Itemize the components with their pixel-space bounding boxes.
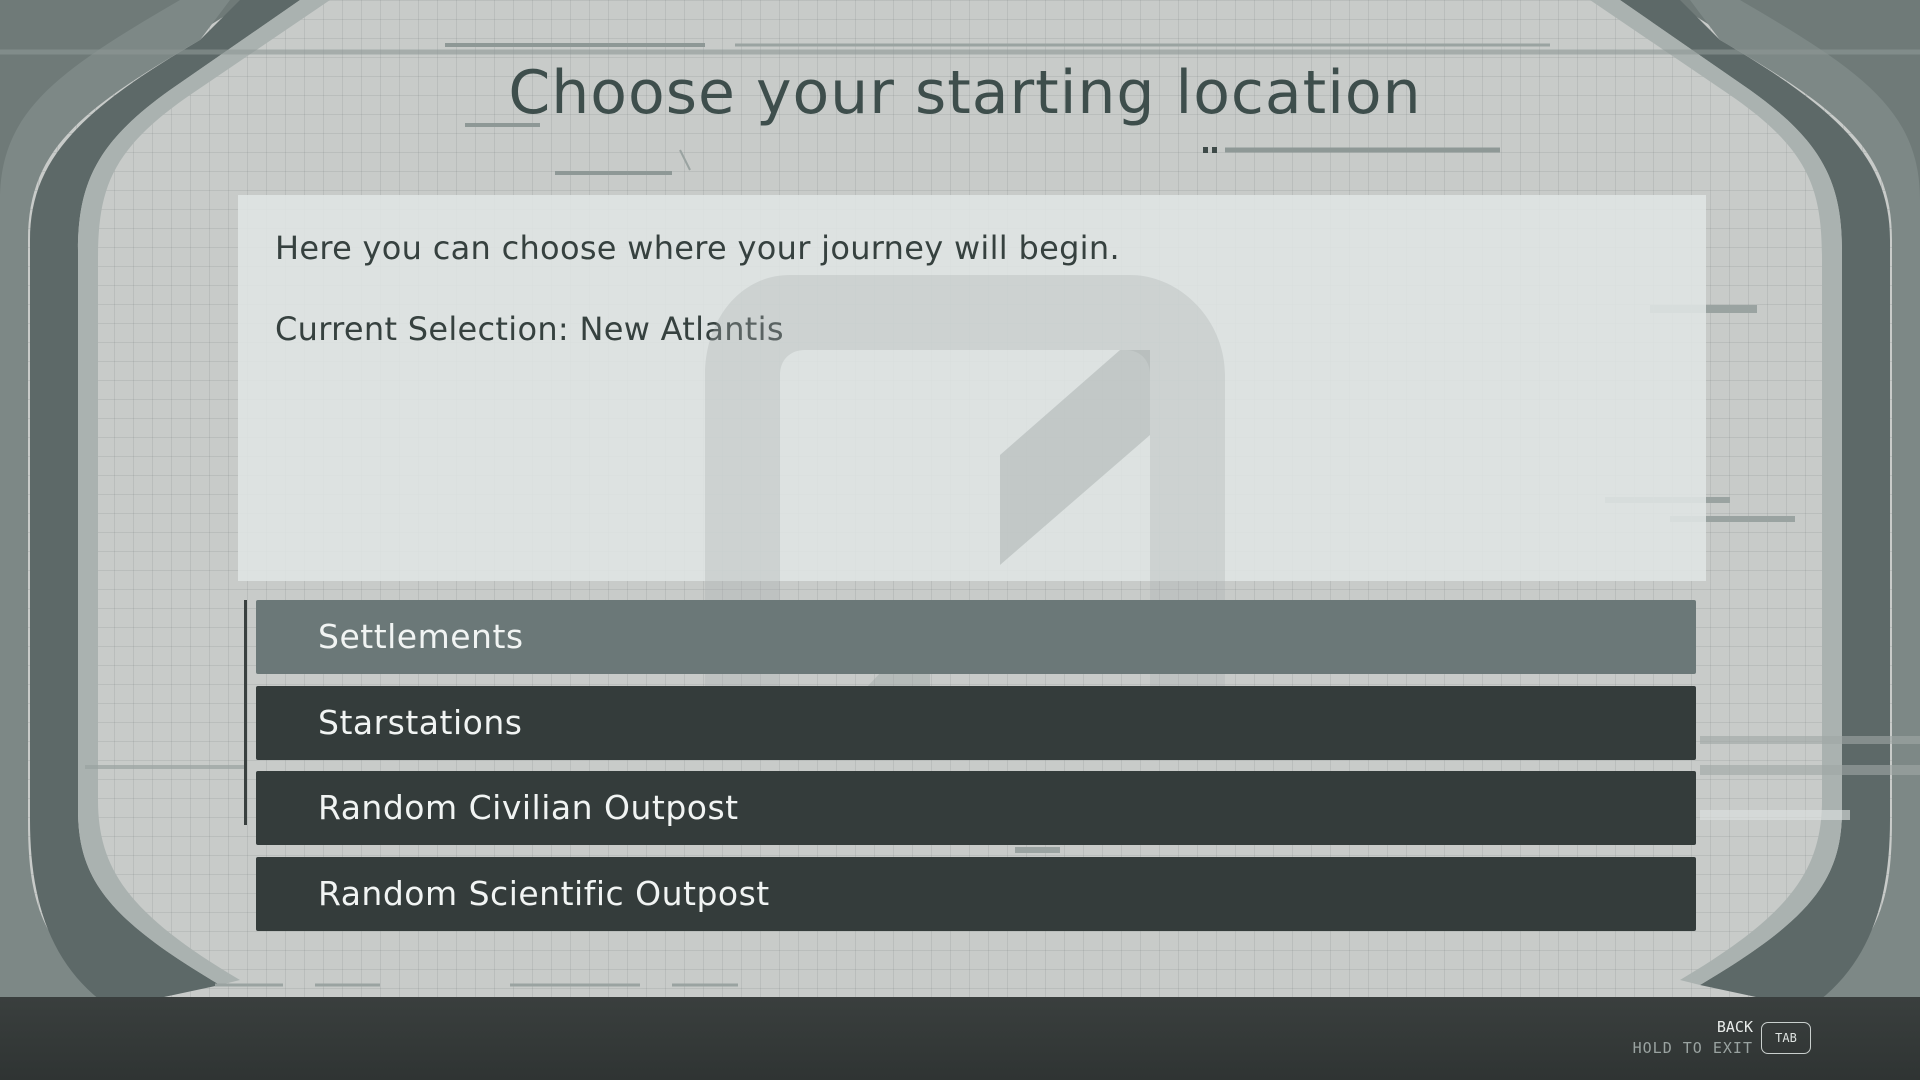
page-title: Choose your starting location (508, 58, 1422, 128)
menu-item-starstations[interactable]: Starstations (256, 686, 1696, 760)
hold-to-exit-label: HOLD TO EXIT (1632, 1039, 1753, 1057)
tab-key-button[interactable]: TAB (1761, 1022, 1811, 1054)
back-hint-label: BACK (1716, 1018, 1753, 1036)
menu-item-random-civilian-outpost[interactable]: Random Civilian Outpost (256, 771, 1696, 845)
menu-scroll-rail (244, 600, 247, 825)
info-intro-text: Here you can choose where your journey w… (275, 229, 1120, 267)
game-screen: Choose your starting location Here you c… (0, 0, 1920, 1080)
menu-item-random-scientific-outpost[interactable]: Random Scientific Outpost (256, 857, 1696, 931)
menu-item-settlements[interactable]: Settlements (256, 600, 1696, 674)
